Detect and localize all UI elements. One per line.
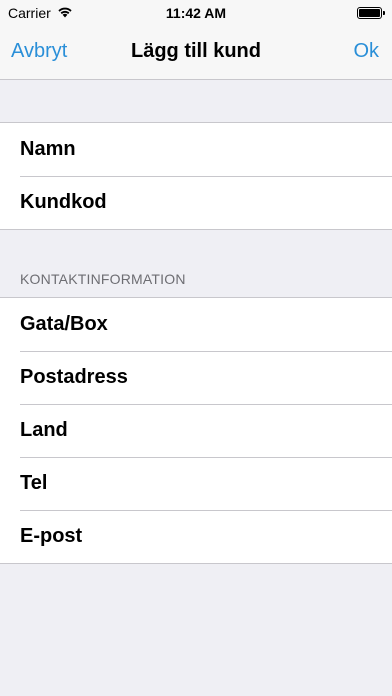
section-header-contact: KONTAKTINFORMATION xyxy=(20,271,186,287)
postal-address-label: Postadress xyxy=(20,366,128,388)
customer-code-field[interactable]: Kundkod xyxy=(0,176,392,229)
battery-icon xyxy=(357,7,385,19)
name-label: Namn xyxy=(20,138,76,160)
contact-group: Gata/Box Postadress Land Tel E-post xyxy=(0,297,392,564)
email-label: E-post xyxy=(20,525,83,547)
phone-field[interactable]: Tel xyxy=(0,457,392,510)
ok-button[interactable]: Ok xyxy=(353,40,379,63)
customer-code-label: Kundkod xyxy=(20,191,107,213)
phone-label: Tel xyxy=(20,472,48,494)
name-field[interactable]: Namn xyxy=(0,123,392,176)
status-time: 11:42 AM xyxy=(165,5,227,21)
navigation-bar: Avbryt Lägg till kund Ok xyxy=(0,26,392,80)
street-field[interactable]: Gata/Box xyxy=(0,298,392,351)
country-label: Land xyxy=(20,419,68,441)
email-field[interactable]: E-post xyxy=(0,510,392,563)
page-title: Lägg till kund xyxy=(131,40,261,62)
street-label: Gata/Box xyxy=(20,313,108,335)
country-field[interactable]: Land xyxy=(0,404,392,457)
customer-group: Namn Kundkod xyxy=(0,122,392,230)
postal-address-field[interactable]: Postadress xyxy=(0,351,392,404)
status-bar: Carrier 11:42 AM xyxy=(0,0,392,26)
